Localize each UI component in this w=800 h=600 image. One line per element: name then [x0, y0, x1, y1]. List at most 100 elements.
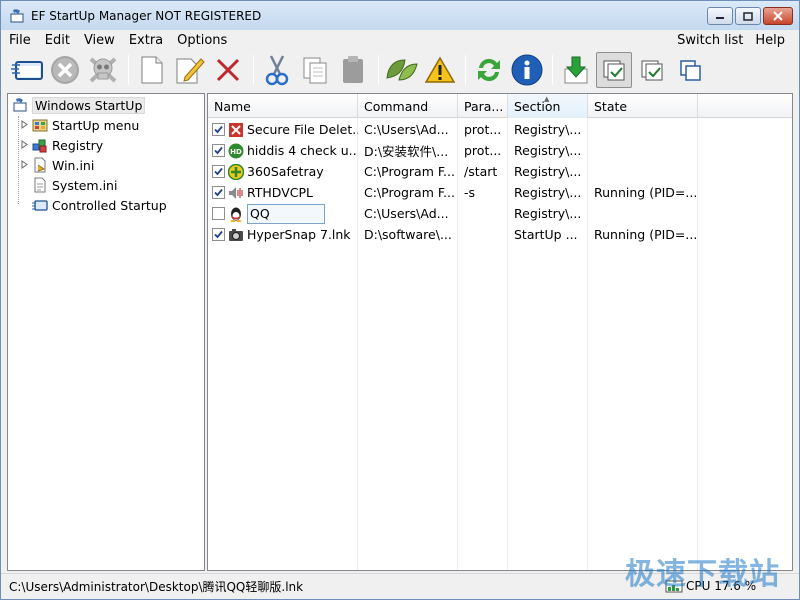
- cell-section: Registry\...: [514, 185, 582, 200]
- checkmark-icon: [214, 230, 223, 239]
- copy-icon: [303, 57, 327, 84]
- table-row[interactable]: Secure File Delet... C:\Users\Ad... prot…: [208, 119, 792, 140]
- expand-arrow-icon[interactable]: [20, 120, 29, 129]
- warning-button[interactable]: [422, 52, 458, 88]
- table-row[interactable]: QQ C:\Users\Ad... Registry\...: [208, 203, 792, 224]
- cell-state: [588, 203, 698, 224]
- row-name: hiddis 4 check u...: [247, 143, 358, 158]
- check-button[interactable]: [634, 52, 670, 88]
- edit-button[interactable]: [172, 52, 208, 88]
- download-button[interactable]: [558, 52, 594, 88]
- edit-window-button[interactable]: [9, 52, 45, 88]
- row-checkbox[interactable]: [212, 144, 225, 157]
- delete-x-icon: [216, 58, 240, 82]
- menu-extra[interactable]: Extra: [121, 33, 169, 48]
- cancel-circle-icon: [51, 56, 79, 84]
- tree-node-label: Windows StartUp: [32, 96, 146, 114]
- check-all-button[interactable]: [596, 52, 632, 88]
- watermark-text: 极速下载站: [625, 557, 780, 592]
- new-document-icon: [141, 56, 163, 84]
- tree-node-registry[interactable]: Registry: [20, 135, 103, 155]
- copy-button[interactable]: [297, 52, 333, 88]
- tree-node-windows-startup[interactable]: Windows StartUp: [12, 95, 146, 115]
- kill-button[interactable]: [85, 52, 121, 88]
- checkmark-icon: [214, 188, 223, 197]
- cancel-button[interactable]: [47, 52, 83, 88]
- secure-delete-icon: [229, 122, 243, 137]
- tree-node-system-ini[interactable]: System.ini: [32, 175, 117, 195]
- table-row[interactable]: HD hiddis 4 check u... D:\安装软件\... prot.…: [208, 140, 792, 161]
- info-button[interactable]: [509, 52, 545, 88]
- menu-bar: File Edit View Extra Options Switch list…: [1, 30, 799, 50]
- hd-icon: HD: [228, 143, 244, 158]
- column-header-section[interactable]: Section ▲: [508, 94, 588, 118]
- tree-node-startup-menu[interactable]: StartUp menu: [20, 115, 140, 135]
- cell-state: [588, 140, 698, 161]
- cell-param: prot...: [464, 122, 502, 137]
- cell-name: Secure File Delet...: [208, 119, 358, 140]
- table-row[interactable]: HyperSnap 7.lnk D:\software\... StartUp …: [208, 224, 792, 245]
- warning-icon: [424, 56, 456, 83]
- ini-file-icon: [34, 157, 46, 173]
- new-button[interactable]: [134, 52, 170, 88]
- check-all-icon: [603, 60, 625, 81]
- controlled-startup-icon: [32, 200, 48, 211]
- cell-section: Registry\...: [514, 206, 582, 221]
- startup-menu-icon: [32, 119, 48, 132]
- cut-scissors-icon: [265, 55, 289, 86]
- cell-name: 360Safetray: [208, 161, 358, 182]
- sort-ascending-icon: ▲: [544, 95, 550, 103]
- row-name: RTHDVCPL: [247, 185, 313, 200]
- startup-list[interactable]: Name Command Para... Section ▲ State Sec…: [207, 93, 793, 571]
- cell-command: C:\Users\Ad...: [364, 122, 449, 137]
- row-checkbox[interactable]: [212, 165, 225, 178]
- system-ini-icon: [34, 177, 46, 193]
- expand-arrow-icon[interactable]: [20, 160, 29, 169]
- minimize-button[interactable]: [707, 7, 733, 25]
- paste-button[interactable]: [335, 52, 371, 88]
- menu-switch-list[interactable]: Switch list: [671, 33, 749, 48]
- tree-node-label: Win.ini: [52, 157, 95, 173]
- cut-button[interactable]: [259, 52, 295, 88]
- row-checkbox[interactable]: [212, 228, 225, 241]
- toolbar-separator: [378, 55, 379, 85]
- tree-node-label: Controlled Startup: [52, 197, 167, 213]
- menu-options[interactable]: Options: [169, 33, 233, 48]
- row-checkbox[interactable]: [212, 186, 225, 199]
- cell-command: C:\Users\Ad...: [364, 206, 449, 221]
- toolbar-separator: [465, 55, 466, 85]
- cell-section: Registry\...: [514, 143, 582, 158]
- leaf-icon: [386, 59, 418, 81]
- maximize-button[interactable]: [735, 7, 761, 25]
- table-row[interactable]: RTHDVCPL C:\Program F... -s Registry\...…: [208, 182, 792, 203]
- menu-help[interactable]: Help: [749, 33, 791, 48]
- tree-node-win-ini[interactable]: Win.ini: [20, 155, 95, 175]
- refresh-button[interactable]: [471, 52, 507, 88]
- menu-file[interactable]: File: [1, 33, 37, 48]
- tree-node-label: StartUp menu: [52, 117, 140, 133]
- column-header-state[interactable]: State: [588, 94, 698, 118]
- expand-arrow-icon[interactable]: [20, 140, 29, 149]
- refresh-icon: [478, 58, 500, 82]
- cell-section: Registry\...: [514, 164, 582, 179]
- column-header-command[interactable]: Command: [358, 94, 458, 118]
- leaf-button[interactable]: [384, 52, 420, 88]
- menu-edit[interactable]: Edit: [37, 33, 76, 48]
- menu-view[interactable]: View: [76, 33, 121, 48]
- cell-command: D:\安装软件\...: [364, 144, 449, 159]
- table-row[interactable]: 360Safetray C:\Program F... /start Regis…: [208, 161, 792, 182]
- window-controls: [705, 7, 793, 25]
- tree-node-controlled-startup[interactable]: Controlled Startup: [32, 195, 167, 215]
- startup-tree[interactable]: Windows StartUp StartUp menu Registry Wi…: [7, 93, 205, 571]
- check-icon: [641, 60, 663, 81]
- row-checkbox[interactable]: [212, 123, 225, 136]
- row-checkbox[interactable]: [212, 207, 225, 220]
- download-arrow-icon: [564, 56, 588, 84]
- close-button[interactable]: [763, 7, 793, 25]
- cell-param: -s: [464, 185, 476, 200]
- qq-penguin-icon: [230, 207, 242, 222]
- windows-button[interactable]: [672, 52, 708, 88]
- column-header-param[interactable]: Para...: [458, 94, 508, 118]
- column-header-name[interactable]: Name: [208, 94, 358, 118]
- delete-button[interactable]: [210, 52, 246, 88]
